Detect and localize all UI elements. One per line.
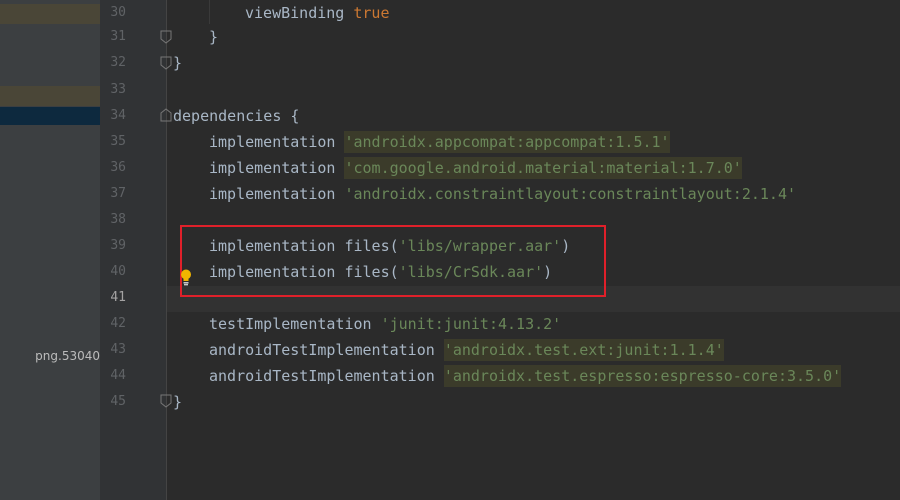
code-line-36[interactable]: implementation 'com.google.android.mater…	[209, 155, 742, 181]
code-line-43[interactable]: androidTestImplementation 'androidx.test…	[209, 337, 724, 363]
line-number[interactable]: 36	[104, 155, 126, 181]
line-number[interactable]: 42	[104, 311, 126, 337]
fold-icon[interactable]	[160, 108, 172, 122]
line-number[interactable]: 34	[104, 103, 126, 129]
code-line-37[interactable]: implementation 'androidx.constraintlayou…	[209, 181, 796, 207]
code-line-30[interactable]: viewBinding true	[245, 0, 390, 26]
fold-icon[interactable]	[160, 394, 172, 408]
line-number[interactable]: 39	[104, 233, 126, 259]
fold-icon[interactable]	[160, 30, 172, 44]
code-line-42[interactable]: testImplementation 'junit:junit:4.13.2'	[209, 311, 561, 337]
line-number[interactable]: 33	[104, 77, 126, 103]
line-number[interactable]: 38	[104, 207, 126, 233]
line-number[interactable]: 35	[104, 129, 126, 155]
project-tree-row-highlighted[interactable]	[0, 86, 100, 106]
line-number[interactable]: 32	[104, 50, 126, 76]
line-number[interactable]: 43	[104, 337, 126, 363]
code-line-31[interactable]: }	[209, 24, 218, 50]
code-line-45[interactable]: }	[173, 389, 182, 415]
indent-guide	[209, 0, 210, 24]
project-tree-row-selected[interactable]	[0, 107, 100, 125]
line-number[interactable]: 31	[104, 24, 126, 50]
project-tree-row-highlighted[interactable]	[0, 4, 100, 24]
project-tree-file[interactable]: 53040.png	[0, 349, 100, 363]
highlight-box	[180, 225, 606, 297]
code-line-35[interactable]: implementation 'androidx.appcompat:appco…	[209, 129, 670, 155]
project-panel[interactable]: 53040.png	[0, 0, 100, 500]
lightbulb-icon[interactable]	[179, 268, 193, 286]
line-number[interactable]: 40	[104, 259, 126, 285]
line-number[interactable]: 44	[104, 363, 126, 389]
line-number[interactable]: 37	[104, 181, 126, 207]
fold-icon[interactable]	[160, 56, 172, 70]
line-number[interactable]: 45	[104, 389, 126, 415]
code-line-34[interactable]: dependencies {	[173, 103, 299, 129]
line-number[interactable]: 30	[104, 0, 126, 26]
code-line-44[interactable]: androidTestImplementation 'androidx.test…	[209, 363, 842, 389]
line-number[interactable]: 41	[104, 285, 126, 311]
code-line-32[interactable]: }	[173, 50, 182, 76]
